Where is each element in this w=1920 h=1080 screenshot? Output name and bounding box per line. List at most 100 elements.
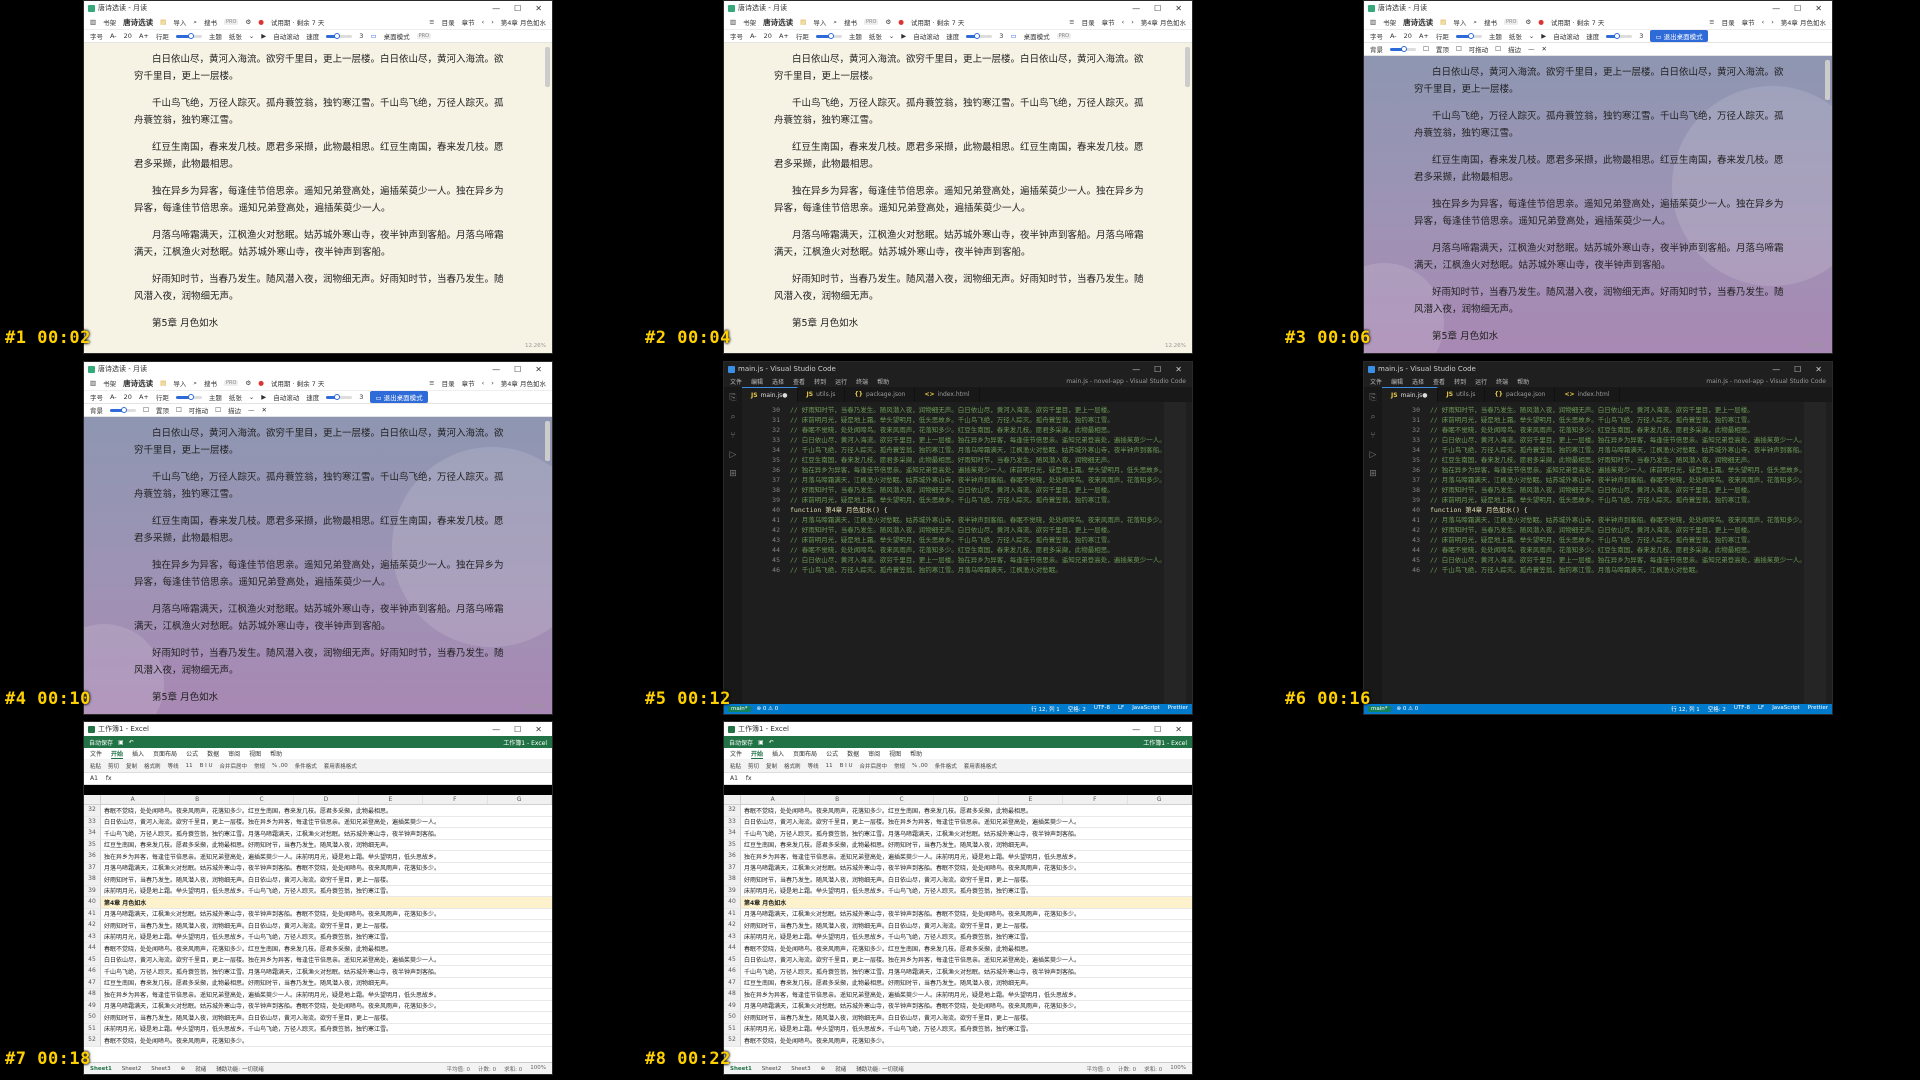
ribbon-command[interactable]: 常规 <box>254 762 265 770</box>
table-row[interactable]: 32 春眠不觉晓，处处闻啼鸟。夜来风雨声，花落知多少。红豆生南国，春来发几枝。愿君… <box>724 805 1192 817</box>
table-row[interactable]: 35 红豆生南国，春来发几枝。愿君多采撷，此物最相思。好雨知时节，当春乃发生。随风… <box>724 839 1192 851</box>
font-decrease-button[interactable]: A- <box>750 32 757 40</box>
column-header[interactable]: F <box>1063 795 1128 804</box>
ribbon-tab[interactable]: 公式 <box>826 749 838 758</box>
font-increase-button[interactable]: A+ <box>139 32 149 40</box>
table-row[interactable]: 44 春眠不觉晓，处处闻啼鸟。夜来风雨声，花落知多少。红豆生南国，春来发几枝。愿君… <box>84 943 552 955</box>
play-icon[interactable]: ▶ <box>261 393 266 401</box>
checkbox-3[interactable]: ☐ <box>1495 45 1501 53</box>
row-number[interactable]: 48 <box>724 989 741 1000</box>
column-header[interactable]: C <box>230 795 295 804</box>
theme-select[interactable]: 纸张 <box>229 31 242 41</box>
chevron-right-icon[interactable]: › <box>491 18 494 26</box>
row-number[interactable]: 46 <box>84 966 101 977</box>
row-number[interactable]: 36 <box>84 851 101 862</box>
cell-value[interactable]: 好雨知时节，当春乃发生。随风潜入夜，润物细无声。白日依山尽，黄河入海流。欲穷千里… <box>101 1013 392 1022</box>
table-row[interactable]: 50 好雨知时节，当春乃发生。随风潜入夜，润物细无声。白日依山尽，黄河入海流。欲穷… <box>724 1012 1192 1024</box>
maximize-icon[interactable]: ☐ <box>1154 365 1161 374</box>
cell-value[interactable]: 千山鸟飞绝，万径人踪灭。孤舟蓑笠翁，独钓寒江雪。月落乌啼霜满天，江枫渔火对愁眠。… <box>101 967 440 976</box>
column-header[interactable]: C <box>870 795 935 804</box>
column-header[interactable]: A <box>741 795 806 804</box>
row-number[interactable]: 49 <box>84 1000 101 1011</box>
table-row[interactable]: 33 白日依山尽，黄河入海流。欲穷千里目，更上一层楼。独在异乡为异客，每逢佳节倍思… <box>724 816 1192 828</box>
cell-value[interactable]: 床前明月光，疑是地上霜。举头望明月，低头思故乡。千山鸟飞绝，万径人踪灭。孤舟蓑笠… <box>741 932 1032 941</box>
chapter-button[interactable]: 章节 <box>462 378 475 388</box>
ribbon-command[interactable]: B I U <box>840 763 853 769</box>
chapter-button[interactable]: 章节 <box>462 17 475 27</box>
code-view[interactable]: 30 // 好雨知时节，当春乃发生。随风潜入夜，润物细无声。白日依山尽，黄河入海流… <box>1382 402 1832 704</box>
maximize-icon[interactable]: ☐ <box>1154 4 1161 13</box>
row-number[interactable]: 33 <box>724 816 741 827</box>
import-button[interactable]: 导入 <box>813 17 826 27</box>
table-row[interactable]: 34 千山鸟飞绝，万径人踪灭。孤舟蓑笠翁，独钓寒江雪。月落乌啼霜满天，江枫渔火对愁… <box>724 828 1192 840</box>
close-icon[interactable]: ✕ <box>1815 365 1822 374</box>
undo-icon[interactable]: ↶ <box>769 739 774 746</box>
auto-scroll-button[interactable]: 自动滚动 <box>273 392 299 402</box>
speed-slider[interactable] <box>326 32 353 39</box>
toc-button[interactable]: 目录 <box>442 378 455 388</box>
minimize-icon[interactable]: — <box>1772 365 1780 374</box>
editor-tab[interactable]: JS utils.js <box>798 387 846 402</box>
ribbon-command[interactable]: 剪切 <box>748 762 759 770</box>
cell-value[interactable]: 春眠不觉晓，处处闻啼鸟。夜来风雨声，花落知多少。红豆生南国，春来发几枝。愿君多采… <box>741 944 1032 953</box>
editor-tab[interactable]: {} package.json <box>845 387 916 402</box>
table-row[interactable]: 41 月落乌啼霜满天，江枫渔火对愁眠。姑苏城外寒山寺，夜半钟声到客船。春眠不觉晓，… <box>84 908 552 920</box>
add-sheet-icon[interactable]: ⊕ <box>181 1066 186 1072</box>
cell-value[interactable]: 床前明月光，疑是地上霜。举头望明月，低头思故乡。千山鸟飞绝，万径人踪灭。孤舟蓑笠… <box>101 932 392 941</box>
close-icon[interactable]: ✕ <box>535 4 542 13</box>
import-button[interactable]: 导入 <box>1453 17 1466 27</box>
active-book-tab[interactable]: 唐诗选读 <box>123 17 153 28</box>
ribbon-command[interactable]: 常规 <box>894 762 905 770</box>
vertical-scrollbar[interactable] <box>1825 60 1830 100</box>
menu-item[interactable]: 终端 <box>856 377 868 386</box>
cell-value[interactable]: 红豆生南国，春来发几枝。愿君多采撷，此物最相思。好雨知时节，当春乃发生。随风潜入… <box>741 840 1032 849</box>
menu-item[interactable]: 转到 <box>1454 377 1466 386</box>
line-height-slider[interactable] <box>175 32 202 39</box>
cell-value[interactable]: 好雨知时节，当春乃发生。随风潜入夜，润物细无声。白日依山尽，黄河入海流。欲穷千里… <box>741 921 1032 930</box>
extensions-icon[interactable]: ⊞ <box>729 469 737 479</box>
table-row[interactable]: 48 独在异乡为异客，每逢佳节倍思亲。遥知兄弟登高处，遍插茱萸少一人。床前明月光，… <box>724 989 1192 1001</box>
ribbon-command[interactable]: 合并后居中 <box>220 762 248 770</box>
active-book-tab[interactable]: 唐诗选读 <box>763 17 793 28</box>
table-row[interactable]: 50 好雨知时节，当春乃发生。随风潜入夜，润物细无声。白日依山尽，黄河入海流。欲穷… <box>84 1012 552 1024</box>
ribbon-tab[interactable]: 视图 <box>249 749 261 758</box>
row-number[interactable]: 32 <box>724 805 741 816</box>
branch-indicator[interactable]: main* <box>728 706 751 712</box>
cell-value[interactable]: 独在异乡为异客，每逢佳节倍思亲。遥知兄弟登高处，遍插茱萸少一人。床前明月光，疑是… <box>101 990 440 999</box>
maximize-icon[interactable]: ☐ <box>1154 725 1161 734</box>
ribbon-tab[interactable]: 文件 <box>90 749 102 758</box>
desktop-mode-button[interactable]: 桌面模式 <box>384 31 410 41</box>
line-height-slider[interactable] <box>815 32 842 39</box>
exit-desktop-mode-button[interactable]: ▭ 退出桌面模式 <box>370 391 428 403</box>
column-header[interactable]: G <box>488 795 552 804</box>
auto-scroll-button[interactable]: 自动滚动 <box>913 31 939 41</box>
row-number[interactable]: 50 <box>84 1012 101 1023</box>
ribbon-tab[interactable]: 数据 <box>207 749 219 758</box>
close-icon[interactable]: ✕ <box>261 406 266 414</box>
row-number[interactable]: 37 <box>84 862 101 873</box>
chevron-left-icon[interactable]: ‹ <box>1762 18 1765 26</box>
table-row[interactable]: 42 好雨知时节，当春乃发生。随风潜入夜，润物细无声。白日依山尽，黄河入海流。欲穷… <box>724 920 1192 932</box>
row-number[interactable]: 46 <box>724 966 741 977</box>
ribbon-command[interactable]: 复制 <box>126 762 137 770</box>
speed-slider[interactable] <box>326 393 353 400</box>
sheet-tab[interactable]: Sheet3 <box>151 1066 170 1072</box>
code-view[interactable]: 30 // 好雨知时节，当春乃发生。随风潜入夜，润物细无声。白日依山尽，黄河入海流… <box>742 402 1192 704</box>
cell-value[interactable]: 千山鸟飞绝，万径人踪灭。孤舟蓑笠翁，独钓寒江雪。月落乌啼霜满天，江枫渔火对愁眠。… <box>741 829 1080 838</box>
toc-button[interactable]: 目录 <box>442 17 455 27</box>
ribbon-command[interactable]: 条件格式 <box>935 762 957 770</box>
cell-value[interactable]: 白日依山尽，黄河入海流。欲穷千里目，更上一层楼。独在异乡为异客，每逢佳节倍思亲。… <box>101 817 440 826</box>
table-row[interactable]: 48 独在异乡为异客，每逢佳节倍思亲。遥知兄弟登高处，遍插茱萸少一人。床前明月光，… <box>84 989 552 1001</box>
cell-value[interactable]: 白日依山尽，黄河入海流。欲穷千里目，更上一层楼。独在异乡为异客，每逢佳节倍思亲。… <box>741 817 1080 826</box>
menu-item[interactable]: 运行 <box>835 377 847 386</box>
row-number[interactable]: 39 <box>84 885 101 896</box>
vertical-scrollbar[interactable] <box>1185 47 1190 87</box>
table-row[interactable]: 46 千山鸟飞绝，万径人踪灭。孤舟蓑笠翁，独钓寒江雪。月落乌啼霜满天，江枫渔火对愁… <box>724 966 1192 978</box>
speed-slider[interactable] <box>1606 32 1633 39</box>
table-row[interactable]: 37 月落乌啼霜满天，江枫渔火对愁眠。姑苏城外寒山寺，夜半钟声到客船。春眠不觉晓，… <box>84 862 552 874</box>
sheet-tab[interactable]: Sheet2 <box>122 1066 141 1072</box>
zoom-level[interactable]: 100% <box>1170 1065 1186 1073</box>
search-button[interactable]: 搜书 <box>204 378 217 388</box>
ribbon-command[interactable]: 11 <box>826 763 833 769</box>
add-sheet-icon[interactable]: ⊕ <box>821 1066 826 1072</box>
